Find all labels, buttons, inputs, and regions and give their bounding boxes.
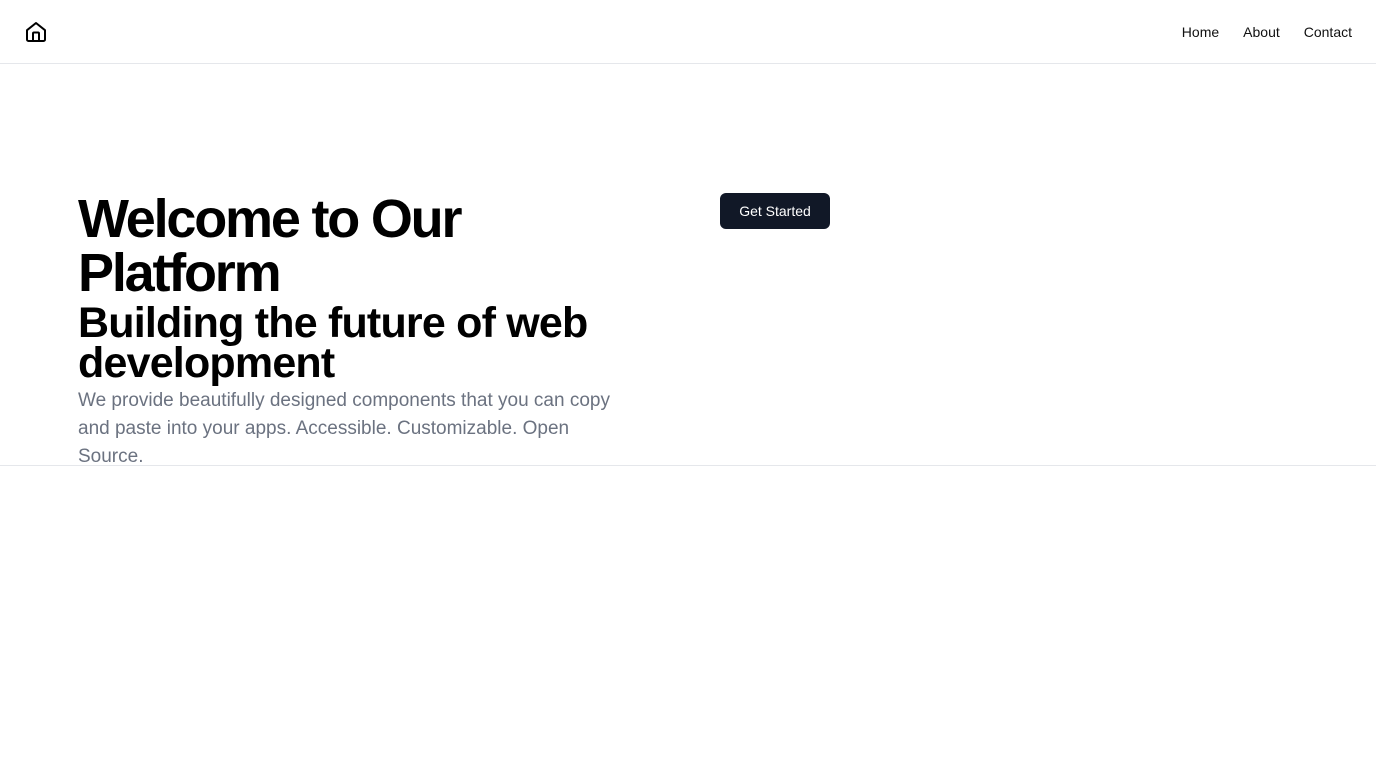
nav-link-home[interactable]: Home [1182, 24, 1219, 40]
nav-link-contact[interactable]: Contact [1304, 24, 1352, 40]
hero-title: Welcome to Our Platform [78, 189, 462, 303]
hero-subtitle: Building the future of web development [78, 299, 588, 387]
hero-description: We provide beautifully designed componen… [78, 390, 610, 467]
get-started-button[interactable]: Get Started [720, 193, 830, 229]
site-header: Home About Contact [0, 0, 1376, 64]
hero-content: Welcome to Our Platform Building the fut… [78, 192, 648, 471]
home-logo-link[interactable] [24, 20, 48, 44]
hero-section: Welcome to Our Platform Building the fut… [0, 64, 1376, 467]
main-nav: Home About Contact [1182, 0, 1352, 64]
nav-link-about[interactable]: About [1243, 24, 1280, 40]
home-icon [26, 22, 46, 42]
